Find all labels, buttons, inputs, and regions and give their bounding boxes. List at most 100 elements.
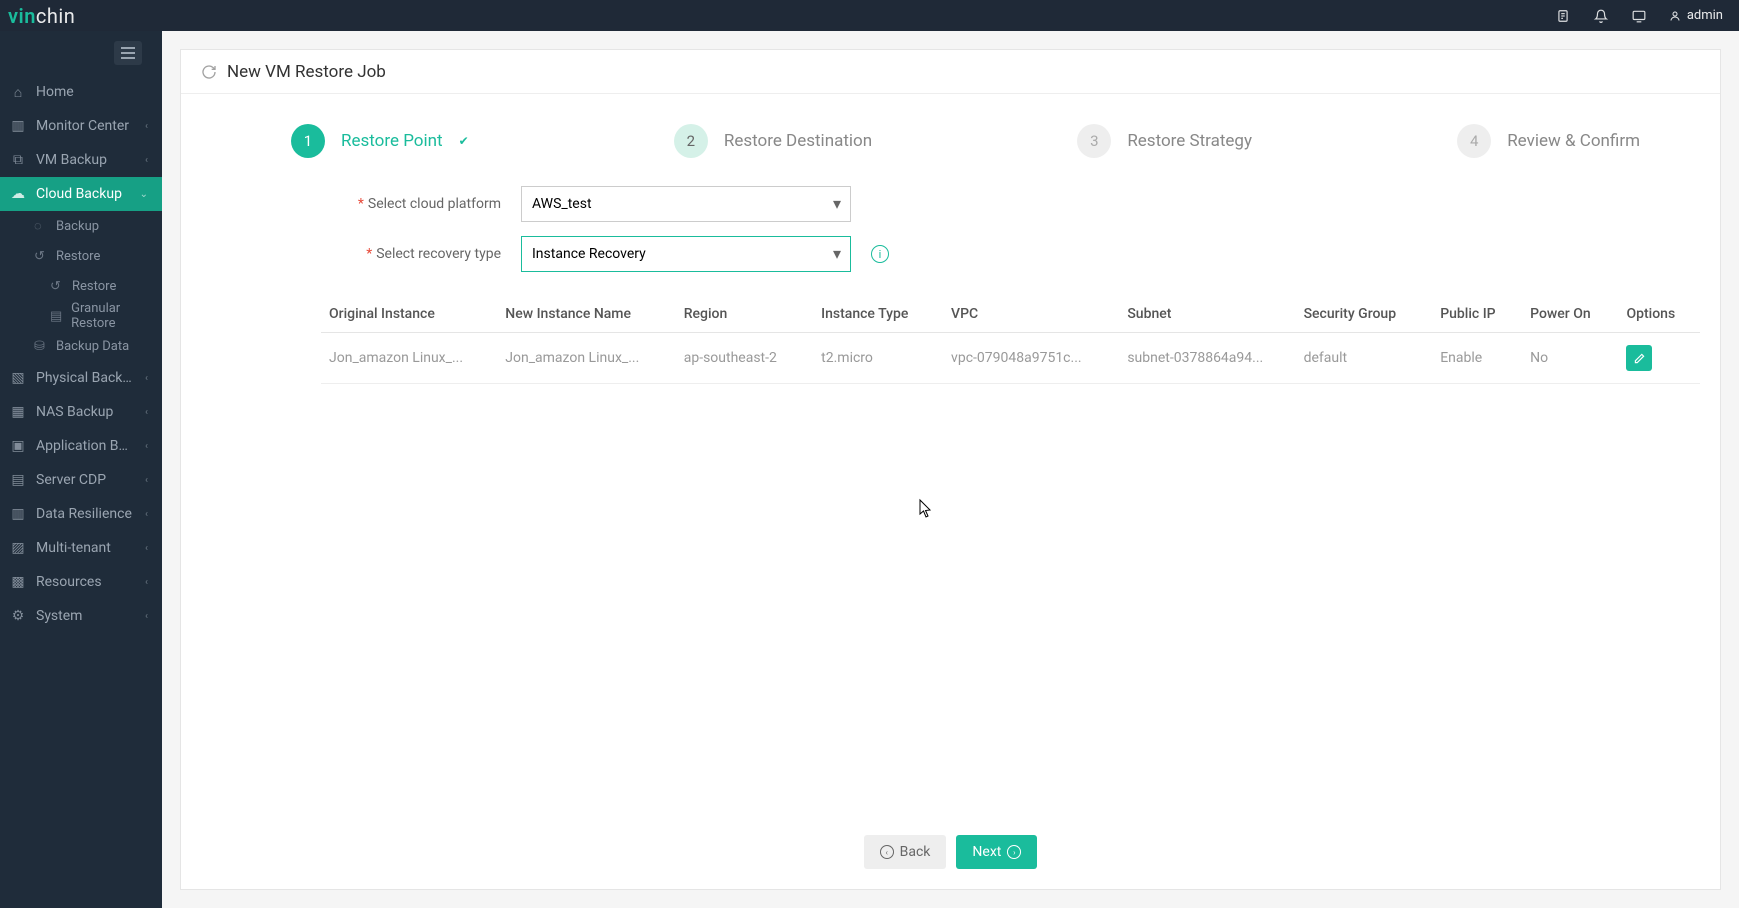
cloud-platform-label: *Select cloud platform bbox=[321, 196, 501, 212]
next-button[interactable]: Next › bbox=[956, 835, 1037, 869]
th-region: Region bbox=[676, 296, 813, 333]
cell-sg: default bbox=[1296, 333, 1433, 384]
restore-icon: ↺ bbox=[34, 249, 48, 264]
sidebar-toggle[interactable] bbox=[114, 41, 142, 65]
recovery-type-row: *Select recovery type Instance Recovery … bbox=[321, 236, 1720, 272]
restore-icon: ↺ bbox=[50, 279, 64, 294]
sidebar-item-physical[interactable]: ▧ Physical Backup ‹ bbox=[0, 361, 162, 395]
recovery-type-label: *Select recovery type bbox=[321, 246, 501, 262]
main-content: New VM Restore Job 1 Restore Point ✔ 2 R… bbox=[162, 31, 1739, 908]
wizard-footer: ‹ Back Next › bbox=[181, 815, 1720, 889]
wizard-stepper: 1 Restore Point ✔ 2 Restore Destination … bbox=[181, 124, 1720, 158]
panel-header: New VM Restore Job bbox=[181, 50, 1720, 94]
monitor-icon[interactable] bbox=[1631, 8, 1647, 24]
step-restore-strategy[interactable]: 3 Restore Strategy bbox=[1077, 124, 1252, 158]
sidebar-item-cdp[interactable]: ▤ Server CDP ‹ bbox=[0, 463, 162, 497]
tenant-icon: ▨ bbox=[10, 540, 26, 556]
table-row[interactable]: Jon_amazon Linux_... Jon_amazon Linux_..… bbox=[321, 333, 1700, 384]
sidebar-item-application[interactable]: ▣ Application Backup ‹ bbox=[0, 429, 162, 463]
arrow-right-icon: › bbox=[1007, 845, 1021, 859]
chevron-icon: ‹ bbox=[145, 509, 148, 520]
th-itype: Instance Type bbox=[813, 296, 943, 333]
th-subnet: Subnet bbox=[1119, 296, 1295, 333]
chevron-down-icon: ⌄ bbox=[140, 189, 148, 200]
chevron-icon: ‹ bbox=[145, 577, 148, 588]
refresh-icon[interactable] bbox=[201, 64, 217, 80]
sidebar-sub-granular[interactable]: ▤ Granular Restore bbox=[0, 301, 162, 331]
cell-itype: t2.micro bbox=[813, 333, 943, 384]
resilience-icon: ▥ bbox=[10, 506, 26, 522]
user-menu[interactable]: admin bbox=[1669, 8, 1723, 23]
sidebar-item-vmbackup[interactable]: ⧉ VM Backup ‹ bbox=[0, 143, 162, 177]
chevron-icon: ‹ bbox=[145, 155, 148, 166]
back-button[interactable]: ‹ Back bbox=[864, 835, 947, 869]
sidebar-sub-backupdata[interactable]: ⛁ Backup Data bbox=[0, 331, 162, 361]
chevron-icon: ‹ bbox=[145, 441, 148, 452]
app-icon: ▣ bbox=[10, 438, 26, 454]
th-pubip: Public IP bbox=[1432, 296, 1522, 333]
cloud-platform-row: *Select cloud platform AWS_test bbox=[321, 186, 1720, 222]
physical-icon: ▧ bbox=[10, 370, 26, 386]
th-options: Options bbox=[1618, 296, 1700, 333]
cell-subnet: subnet-0378864a94... bbox=[1119, 333, 1295, 384]
clipboard-icon[interactable] bbox=[1555, 8, 1571, 24]
sidebar-item-nas[interactable]: ▦ NAS Backup ‹ bbox=[0, 395, 162, 429]
cell-original: Jon_amazon Linux_... bbox=[321, 333, 497, 384]
brand-logo: vinchin bbox=[8, 4, 75, 28]
edit-row-button[interactable] bbox=[1626, 345, 1652, 371]
sidebar-item-monitor[interactable]: ▥ Monitor Center ‹ bbox=[0, 109, 162, 143]
chevron-icon: ‹ bbox=[145, 121, 148, 132]
th-poweron: Power On bbox=[1522, 296, 1618, 333]
sidebar-item-home[interactable]: ⌂ Home bbox=[0, 75, 162, 109]
sidebar-item-system[interactable]: ⚙ System ‹ bbox=[0, 599, 162, 633]
sidebar: ⌂ Home ▥ Monitor Center ‹ ⧉ VM Backup ‹ … bbox=[0, 31, 162, 908]
cloud-icon: ☁ bbox=[10, 186, 26, 202]
th-vpc: VPC bbox=[943, 296, 1119, 333]
monitor-center-icon: ▥ bbox=[10, 118, 26, 134]
cell-options bbox=[1618, 333, 1700, 384]
chevron-icon: ‹ bbox=[145, 373, 148, 384]
topbar: vinchin admin bbox=[0, 0, 1739, 31]
brand-part1: vin bbox=[8, 4, 36, 28]
step-review-confirm[interactable]: 4 Review & Confirm bbox=[1457, 124, 1640, 158]
recovery-type-select[interactable]: Instance Recovery bbox=[521, 236, 851, 272]
sidebar-item-multitenant[interactable]: ▨ Multi-tenant ‹ bbox=[0, 531, 162, 565]
sidebar-item-resources[interactable]: ▩ Resources ‹ bbox=[0, 565, 162, 599]
sidebar-sub-restore[interactable]: ↺ Restore bbox=[0, 241, 162, 271]
cell-newname: Jon_amazon Linux_... bbox=[497, 333, 675, 384]
user-name: admin bbox=[1687, 8, 1723, 23]
cdp-icon: ▤ bbox=[10, 472, 26, 488]
granular-icon: ▤ bbox=[50, 309, 63, 324]
vm-icon: ⧉ bbox=[10, 152, 26, 168]
cell-pubip: Enable bbox=[1432, 333, 1522, 384]
sidebar-sub-restore-child[interactable]: ↺ Restore bbox=[0, 271, 162, 301]
cell-region: ap-southeast-2 bbox=[676, 333, 813, 384]
sidebar-item-cloudbackup[interactable]: ☁ Cloud Backup ⌄ bbox=[0, 177, 162, 211]
nas-icon: ▦ bbox=[10, 404, 26, 420]
cell-poweron: No bbox=[1522, 333, 1618, 384]
sidebar-item-resilience[interactable]: ▥ Data Resilience ‹ bbox=[0, 497, 162, 531]
cloud-platform-select[interactable]: AWS_test bbox=[521, 186, 851, 222]
instance-table: Original Instance New Instance Name Regi… bbox=[321, 296, 1700, 384]
th-sg: Security Group bbox=[1296, 296, 1433, 333]
check-icon: ✔ bbox=[459, 134, 469, 148]
cell-vpc: vpc-079048a9751c... bbox=[943, 333, 1119, 384]
data-icon: ⛁ bbox=[34, 339, 48, 354]
chevron-icon: ‹ bbox=[145, 611, 148, 622]
chevron-icon: ‹ bbox=[145, 407, 148, 418]
home-icon: ⌂ bbox=[10, 84, 26, 101]
th-newname: New Instance Name bbox=[497, 296, 675, 333]
arrow-left-icon: ‹ bbox=[880, 845, 894, 859]
brand-part2: chin bbox=[36, 4, 75, 28]
step-restore-point[interactable]: 1 Restore Point ✔ bbox=[291, 124, 469, 158]
step-restore-destination[interactable]: 2 Restore Destination bbox=[674, 124, 872, 158]
bell-icon[interactable] bbox=[1593, 8, 1609, 24]
sidebar-sub-backup[interactable]: ◌ Backup bbox=[0, 211, 162, 241]
th-original: Original Instance bbox=[321, 296, 497, 333]
info-icon[interactable]: i bbox=[871, 245, 889, 263]
chevron-icon: ‹ bbox=[145, 475, 148, 486]
resources-icon: ▩ bbox=[10, 574, 26, 590]
chevron-icon: ‹ bbox=[145, 543, 148, 554]
page-title: New VM Restore Job bbox=[227, 62, 386, 82]
backup-icon: ◌ bbox=[34, 218, 48, 234]
